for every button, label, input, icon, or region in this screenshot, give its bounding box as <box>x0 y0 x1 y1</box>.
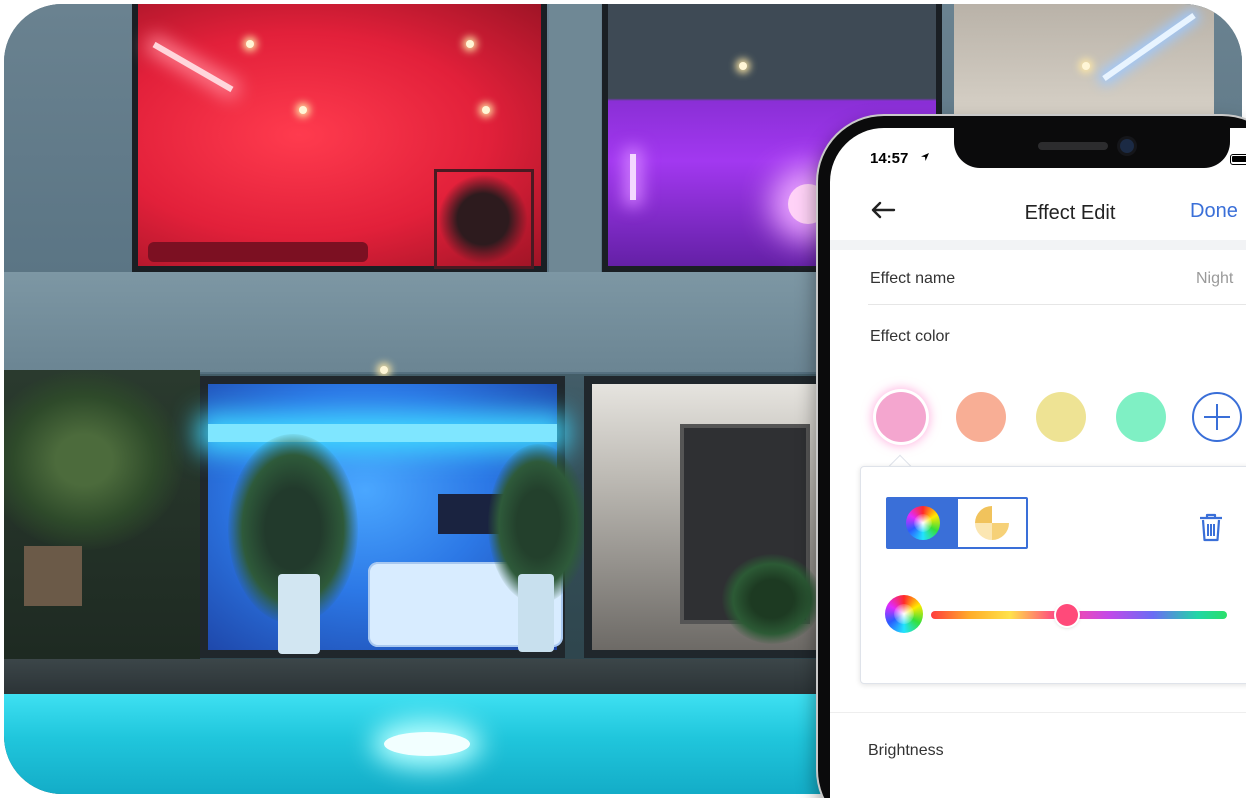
hue-slider-thumb[interactable] <box>1056 604 1079 626</box>
color-swatch-mint[interactable] <box>1116 392 1166 442</box>
color-editor-panel <box>860 466 1246 684</box>
red-lit-room <box>132 4 547 272</box>
top-right-room <box>954 4 1214 114</box>
color-swatch-pink[interactable] <box>876 392 926 442</box>
front-camera <box>1120 139 1134 153</box>
warm-white-icon <box>975 506 1009 540</box>
add-color-button[interactable] <box>1192 392 1242 442</box>
color-swatch-salmon[interactable] <box>956 392 1006 442</box>
row-divider <box>868 304 1246 305</box>
hue-slider-track[interactable] <box>931 611 1227 619</box>
trash-icon[interactable] <box>1197 511 1225 543</box>
status-time: 14:57 <box>870 150 909 167</box>
section-divider <box>830 712 1246 722</box>
warm-white-mode-button[interactable] <box>958 499 1026 547</box>
location-arrow-icon <box>921 153 929 161</box>
done-button[interactable]: Done <box>1190 200 1238 223</box>
effect-name-label: Effect name <box>870 270 956 287</box>
earpiece-speaker <box>1038 142 1108 150</box>
navigation-bar: Effect Edit Done <box>830 188 1246 236</box>
phone-frame: 14:57 Effect Edit Done Effect name Night… <box>818 116 1246 798</box>
dining-room <box>584 376 829 658</box>
effect-name-value[interactable]: Night <box>1196 270 1233 288</box>
color-wheel-icon <box>906 506 940 540</box>
pillar <box>549 4 601 274</box>
blue-lit-living-room <box>200 376 588 658</box>
page-title: Effect Edit <box>1024 202 1116 224</box>
color-wheel-mode-button[interactable] <box>888 499 958 547</box>
app-screen: 14:57 Effect Edit Done Effect name Night… <box>830 128 1246 798</box>
color-swatch-yellow[interactable] <box>1036 392 1086 442</box>
garden-wall <box>4 370 200 660</box>
effect-color-label: Effect color <box>870 328 950 345</box>
brightness-label: Brightness <box>868 742 944 759</box>
phone-notch <box>954 128 1230 168</box>
hue-wheel-icon <box>885 595 923 633</box>
header-divider <box>830 240 1246 250</box>
battery-icon <box>1230 154 1246 165</box>
color-mode-toggle <box>886 497 1028 549</box>
